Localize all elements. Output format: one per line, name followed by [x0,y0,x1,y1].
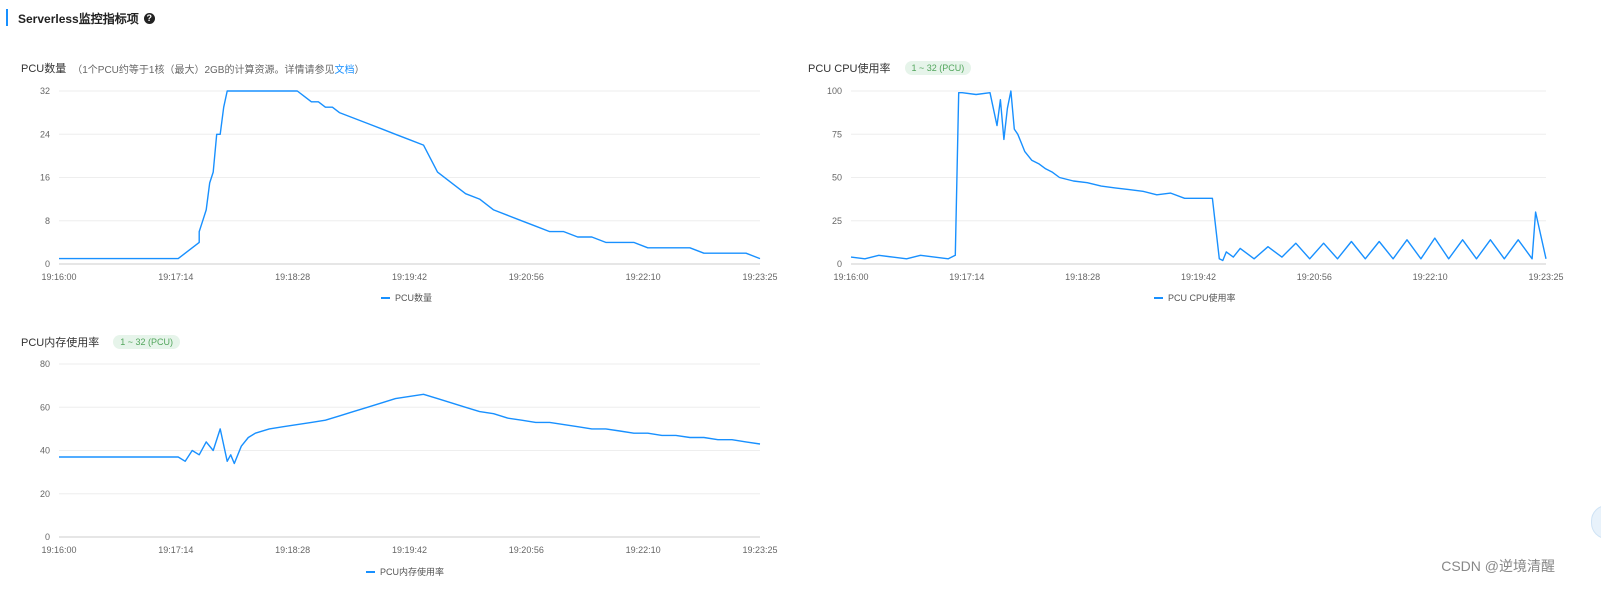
cpu-y-tick: 100 [827,86,842,96]
pcu-x-tick: 19:18:28 [275,272,310,282]
mem-y-tick: 0 [45,532,50,542]
pcu-x-tick: 19:16:00 [41,272,76,282]
cpu-x-tick: 19:17:14 [949,272,984,282]
pcu-legend-label: PCU数量 [395,293,433,303]
pcu-y-tick: 16 [40,173,50,183]
mem-y-tick: 40 [40,446,50,456]
pcu-legend-swatch [381,296,390,299]
mem-x-tick: 19:18:28 [275,545,310,555]
pcu-y-tick: 24 [40,129,50,139]
cpu-y-tick: 75 [832,129,842,139]
cpu-x-tick: 19:16:00 [833,272,868,282]
pcu-x-tick: 19:20:56 [509,272,544,282]
pcu-legend[interactable]: PCU数量 [381,291,432,304]
pcu-series-line [59,90,761,260]
watermark: CSDN @逆境清醒 [1441,558,1555,574]
cpu-x-tick: 19:22:10 [1413,272,1448,282]
cpu-x-tick: 19:19:42 [1181,272,1216,282]
mem-y-tick: 80 [40,359,50,369]
mem-legend[interactable]: PCU内存使用率 [366,565,444,578]
mem-x-tick: 19:19:42 [392,545,427,555]
mem-x-tick: 19:20:56 [509,545,544,555]
cpu-y-tick: 25 [832,216,842,226]
mem-y-tick: 60 [40,402,50,412]
mem-x-tick: 19:17:14 [158,545,193,555]
cpu-x-tick: 19:20:56 [1297,272,1332,282]
cpu-x-tick: 19:18:28 [1065,272,1100,282]
pcu-y-tick: 0 [45,259,50,269]
cpu-series-line [850,90,1547,262]
cpu-legend-swatch [1154,296,1163,299]
cpu-legend[interactable]: PCU CPU使用率 [1154,291,1236,304]
mem-legend-swatch [366,570,375,573]
mem-x-tick: 19:22:10 [626,545,661,555]
cpu-y-tick: 0 [837,259,842,269]
pcu-x-tick: 19:22:10 [626,272,661,282]
mem-y-tick: 20 [40,489,50,499]
pcu-x-tick: 19:17:14 [158,272,193,282]
mem-x-tick: 19:16:00 [41,545,76,555]
pcu-x-tick: 19:19:42 [392,272,427,282]
mem-x-tick: 19:23:25 [742,545,777,555]
mem-series-line [59,393,761,465]
cpu-legend-label: PCU CPU使用率 [1168,293,1236,303]
pcu-x-tick: 19:23:25 [742,272,777,282]
monitoring-page: Serverless监控指标项 ? PCU数量 （1个PCU约等于1核（最大）2… [0,0,1601,596]
cpu-y-tick: 50 [832,173,842,183]
cpu-x-tick: 19:23:25 [1528,272,1563,282]
pcu-y-tick: 8 [45,216,50,226]
mem-legend-label: PCU内存使用率 [380,567,445,577]
pcu-y-tick: 32 [40,86,50,96]
charts-canvas: 0 8 16 24 32 19:16:00 19:17:14 19:18:28 19:19:42… [40,86,1564,555]
